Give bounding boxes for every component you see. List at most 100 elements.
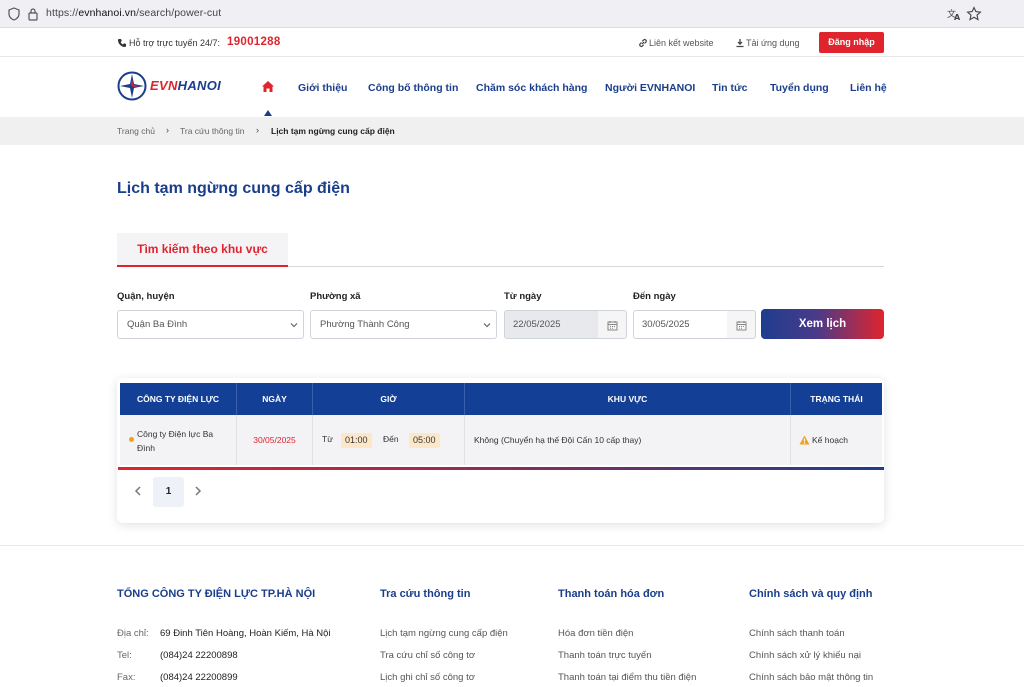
view-schedule-button[interactable]: Xem lịch	[761, 309, 884, 339]
from-date-calendar-button[interactable]	[598, 310, 627, 339]
calendar-icon	[736, 321, 747, 331]
to-date-calendar-button[interactable]	[727, 310, 756, 339]
logo-wordmark: EVNHANOI	[150, 78, 222, 93]
page-title: Lịch tạm ngừng cung cấp điện	[117, 180, 350, 197]
footer-link[interactable]: Thanh toán tại điểm thu tiền điện	[558, 672, 696, 683]
footer-company-title: TỔNG CÔNG TY ĐIỆN LỰC TP.HÀ NỘI	[117, 588, 316, 600]
breadcrumb-lookup[interactable]: Tra cứu thông tin	[180, 126, 244, 136]
tel-value: (084)24 22200898	[160, 650, 238, 661]
fax-value: (084)24 22200899	[160, 672, 238, 683]
status-badge: Kế hoạch	[812, 435, 848, 445]
company-cell: Công ty Điện lực Ba Đình	[120, 415, 237, 465]
table-row: Công ty Điện lực Ba Đình 30/05/2025 Từ 0…	[120, 415, 882, 465]
footer-link[interactable]: Chính sách xử lý khiếu nại	[749, 650, 861, 661]
footer-divider	[0, 545, 1024, 546]
table-header: CÔNG TY ĐIỆN LỰC NGÀY GIỜ KHU VỰC TRẠNG …	[120, 383, 882, 415]
main-navigation: EVNHANOI Giới thiệu Công bố thông tin Ch…	[0, 58, 1024, 116]
browser-url-bar: https://evnhanoi.vn/search/power-cut 文A	[0, 0, 1024, 28]
top-utility-bar: Hỗ trợ trực tuyến 24/7: 19001288 Liên kế…	[0, 29, 1024, 57]
time-from-label: Từ	[322, 434, 333, 444]
footer-link[interactable]: Thanh toán trực tuyến	[558, 650, 652, 661]
fax-label: Fax:	[117, 672, 136, 683]
download-app-link[interactable]: Tải ứng dụng	[746, 38, 800, 48]
time-to-value: 05:00	[409, 433, 440, 448]
breadcrumb-separator: ›	[166, 125, 169, 135]
column-header: KHU VỰC	[465, 383, 791, 415]
column-header: TRẠNG THÁI	[810, 394, 863, 404]
link-icon	[639, 38, 647, 48]
row-bullet-icon	[129, 437, 134, 442]
time-from-value: 01:00	[341, 433, 372, 448]
company-name: Công ty Điện lực Ba Đình	[137, 429, 214, 453]
warning-icon	[799, 435, 810, 445]
footer-lookup-title: Tra cứu thông tin	[380, 588, 471, 600]
district-value: Quận Ba Đình	[127, 319, 188, 330]
column-header: CÔNG TY ĐIỆN LỰC	[120, 383, 237, 415]
chevron-down-icon	[483, 323, 491, 328]
hotline-label: Hỗ trợ trực tuyến 24/7:	[129, 38, 220, 48]
date-cell: 30/05/2025	[237, 415, 313, 465]
footer-payment-title: Thanh toán hóa đơn	[558, 588, 665, 600]
website-links-link[interactable]: Liên kết website	[649, 38, 714, 48]
ward-select[interactable]: Phường Thành Công	[310, 310, 497, 339]
breadcrumb-home[interactable]: Trang chủ	[117, 126, 155, 136]
tab-divider	[288, 266, 884, 267]
chevron-left-icon[interactable]	[131, 484, 145, 498]
district-label: Quận, huyện	[117, 291, 175, 302]
time-to-label: Đến	[383, 434, 399, 444]
area-text: Không (Chuyển hạ thế Đội Cấn 10 cấp thay…	[474, 435, 642, 445]
footer-policy-title: Chính sách và quy định	[749, 588, 873, 600]
tab-search-by-area[interactable]: Tìm kiếm theo khu vực	[117, 233, 288, 267]
status-cell: Kế hoạch	[791, 415, 882, 465]
footer-link[interactable]: Chính sách thanh toán	[749, 628, 845, 639]
footer-link[interactable]: Hóa đơn tiền điện	[558, 628, 633, 639]
tab-label: Tìm kiếm theo khu vực	[137, 242, 268, 256]
lock-icon[interactable]	[27, 7, 39, 21]
chevron-right-icon[interactable]	[191, 484, 205, 498]
ward-value: Phường Thành Công	[320, 319, 410, 330]
nav-cham-soc-khach-hang[interactable]: Chăm sóc khách hàng	[476, 82, 587, 94]
breadcrumb-current: Lịch tạm ngừng cung cấp điện	[271, 126, 395, 136]
hotline-number[interactable]: 19001288	[227, 36, 281, 48]
url-text[interactable]: https://evnhanoi.vn/search/power-cut	[46, 7, 221, 19]
nav-lien-he[interactable]: Liên hệ	[850, 82, 887, 94]
breadcrumb-separator: ›	[256, 125, 259, 135]
active-nav-indicator	[264, 110, 272, 116]
nav-tuyen-dung[interactable]: Tuyển dụng	[770, 82, 829, 94]
from-date-input[interactable]: 22/05/2025	[504, 310, 599, 339]
outage-date: 30/05/2025	[253, 435, 296, 445]
nav-nguoi-evnhanoi[interactable]: Người EVNHANOI	[605, 82, 695, 94]
time-cell: Từ 01:00 Đến 05:00	[313, 415, 465, 465]
home-icon[interactable]	[261, 80, 275, 93]
bookmark-star-icon[interactable]	[966, 6, 982, 22]
evn-emblem-icon	[117, 71, 147, 101]
to-date-label: Đến ngày	[633, 291, 676, 302]
from-date-label: Từ ngày	[504, 291, 542, 302]
login-button[interactable]: Đăng nhập	[819, 32, 884, 53]
column-header: NGÀY	[237, 383, 313, 415]
tel-label: Tel:	[117, 650, 132, 661]
chevron-down-icon	[290, 323, 298, 328]
ward-label: Phường xã	[310, 291, 361, 302]
nav-cong-bo-thong-tin[interactable]: Công bố thông tin	[368, 82, 458, 94]
column-header: GIỜ	[313, 383, 465, 415]
calendar-icon	[607, 321, 618, 331]
address-value: 69 Đinh Tiên Hoàng, Hoàn Kiếm, Hà Nội	[160, 628, 331, 639]
to-date-input[interactable]: 30/05/2025	[633, 310, 728, 339]
district-select[interactable]: Quận Ba Đình	[117, 310, 304, 339]
download-icon	[736, 39, 744, 48]
area-cell: Không (Chuyển hạ thế Đội Cấn 10 cấp thay…	[465, 415, 791, 465]
phone-icon	[118, 39, 126, 47]
footer-link[interactable]: Tra cứu chỉ số công tơ	[380, 650, 475, 661]
pagination-current-page[interactable]: 1	[153, 477, 184, 507]
nav-tin-tuc[interactable]: Tin tức	[712, 82, 747, 94]
evnhanoi-logo[interactable]: EVNHANOI	[117, 71, 232, 101]
footer-link[interactable]: Lịch tạm ngừng cung cấp điện	[380, 628, 508, 639]
table-underline	[118, 467, 884, 470]
nav-gioi-thieu[interactable]: Giới thiệu	[298, 82, 347, 94]
breadcrumb: Trang chủ › Tra cứu thông tin › Lịch tạm…	[0, 117, 1024, 145]
shield-icon[interactable]	[8, 7, 20, 21]
translate-icon[interactable]: 文A	[946, 6, 962, 22]
footer-link[interactable]: Lịch ghi chỉ số công tơ	[380, 672, 475, 683]
footer-link[interactable]: Chính sách bảo mật thông tin	[749, 672, 873, 683]
